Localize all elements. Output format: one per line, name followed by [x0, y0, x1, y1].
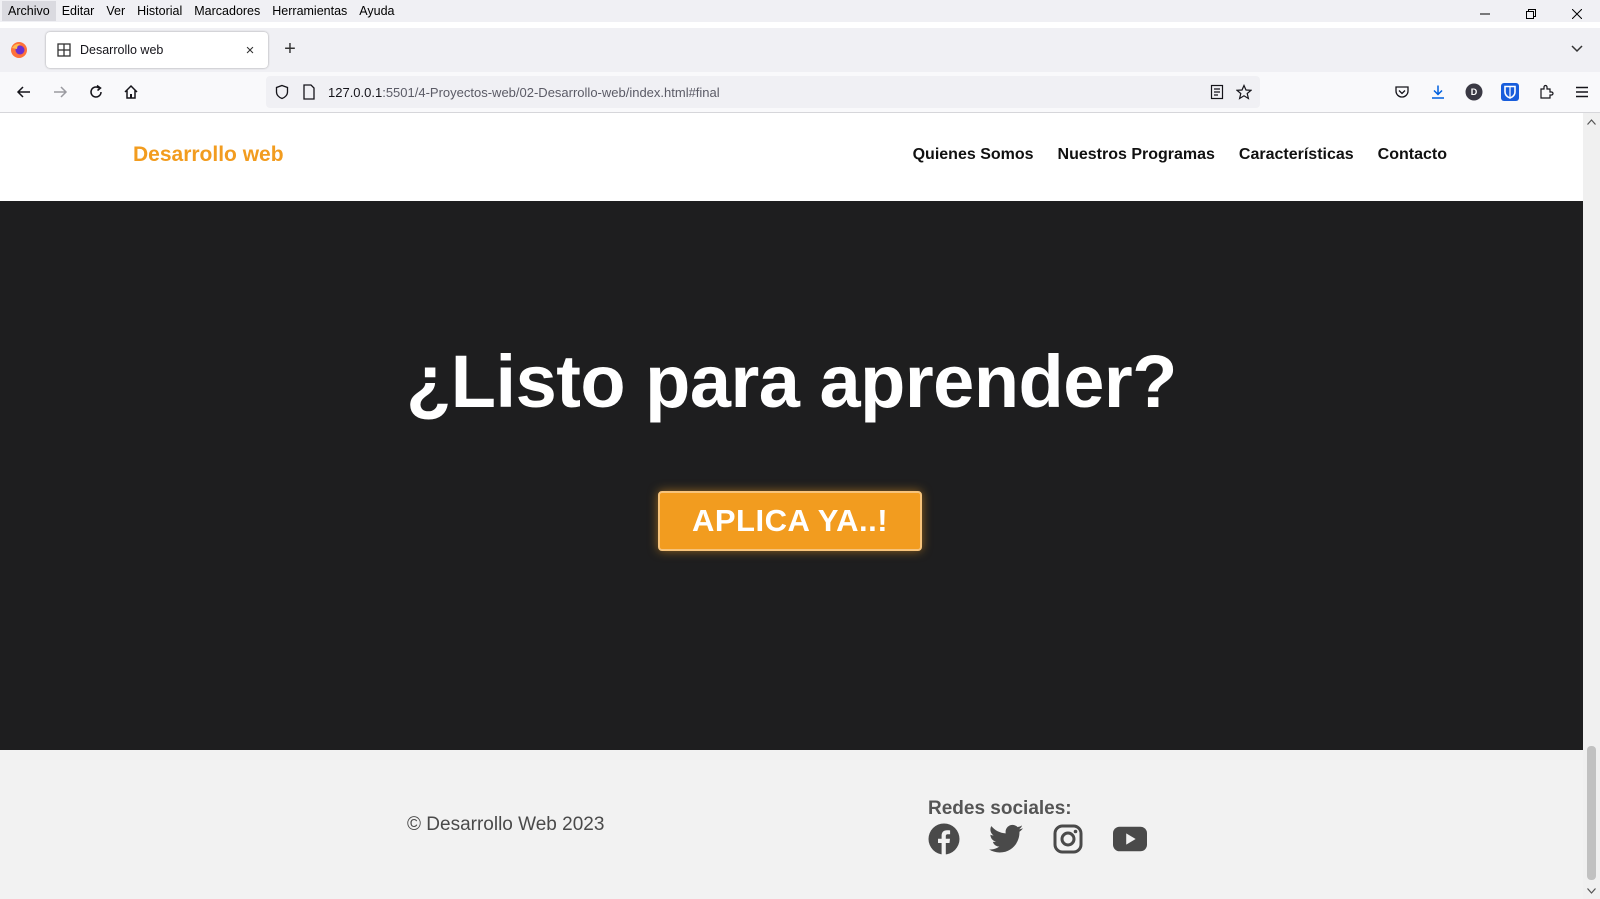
firefox-icon[interactable]: [10, 41, 28, 59]
instagram-link[interactable]: [1051, 822, 1085, 856]
social-title: Redes sociales:: [928, 798, 1072, 819]
toolbar-icons: D: [1384, 80, 1600, 104]
page-icon[interactable]: [302, 84, 316, 100]
menu-historial[interactable]: Historial: [131, 1, 188, 21]
url-path: :5501/4-Proyectos-web/02-Desarrollo-web/…: [382, 84, 720, 100]
navigation-toolbar: 127.0.0.1:5501/4-Proyectos-web/02-Desarr…: [0, 72, 1600, 113]
chevron-down-icon: [1587, 887, 1596, 894]
nav-caracteristicas[interactable]: Características: [1239, 146, 1354, 164]
menu-marcadores[interactable]: Marcadores: [188, 1, 266, 21]
url-bar[interactable]: 127.0.0.1:5501/4-Proyectos-web/02-Desarr…: [266, 76, 1260, 108]
url-text: 127.0.0.1:5501/4-Proyectos-web/02-Desarr…: [328, 85, 720, 100]
chevron-down-icon[interactable]: [1570, 41, 1584, 55]
nav-contacto[interactable]: Contacto: [1378, 146, 1447, 164]
site-footer: © Desarrollo Web 2023 Redes sociales:: [0, 750, 1583, 899]
back-button[interactable]: [12, 80, 36, 104]
close-window-button[interactable]: [1554, 0, 1600, 28]
reader-mode-icon[interactable]: [1210, 84, 1224, 100]
tab-favicon-icon: [57, 43, 71, 57]
downloads-button[interactable]: [1420, 80, 1456, 104]
home-icon: [124, 84, 138, 99]
scroll-up-arrow[interactable]: [1583, 113, 1600, 130]
tab-bar: Desarrollo web × +: [0, 28, 1600, 72]
back-icon: [16, 86, 30, 98]
account-button[interactable]: D: [1456, 80, 1492, 104]
menu-ayuda[interactable]: Ayuda: [353, 1, 400, 21]
url-host: 127.0.0.1: [328, 84, 383, 100]
social-links: [927, 822, 1147, 856]
page-scrollbar[interactable]: [1583, 113, 1600, 899]
forward-icon: [54, 86, 68, 98]
download-icon: [1432, 85, 1444, 99]
close-icon: [1572, 9, 1582, 19]
copyright-text: © Desarrollo Web 2023: [407, 814, 605, 835]
apply-button[interactable]: APLICA YA..!: [658, 491, 922, 551]
menu-editar[interactable]: Editar: [56, 1, 101, 21]
site-brand[interactable]: Desarrollo web: [133, 143, 284, 167]
twitter-link[interactable]: [989, 822, 1023, 856]
window-controls: [1462, 0, 1600, 28]
scroll-down-arrow[interactable]: [1583, 882, 1600, 899]
facebook-icon: [928, 823, 960, 855]
extensions-icon: [1540, 84, 1554, 99]
reload-icon: [90, 84, 102, 98]
bitwarden-icon: [1501, 83, 1519, 101]
site-nav: Quienes Somos Nuestros Programas Caracte…: [913, 146, 1447, 164]
nav-nuestros-programas[interactable]: Nuestros Programas: [1058, 146, 1215, 164]
pocket-button[interactable]: [1384, 80, 1420, 104]
menu-icon: [1576, 86, 1588, 98]
menu-ver[interactable]: Ver: [100, 1, 131, 21]
youtube-icon: [1113, 826, 1147, 852]
menu-bar: Archivo Editar Ver Historial Marcadores …: [0, 0, 1600, 22]
tab-close-icon[interactable]: ×: [238, 42, 262, 59]
site-header: Desarrollo web Quienes Somos Nuestros Pr…: [0, 113, 1583, 201]
youtube-link[interactable]: [1113, 822, 1147, 856]
menu-archivo[interactable]: Archivo: [2, 1, 56, 21]
profile-initial: D: [1470, 87, 1478, 97]
twitter-icon: [989, 824, 1023, 853]
tab-title: Desarrollo web: [80, 43, 164, 57]
home-button[interactable]: [119, 80, 143, 104]
restore-icon: [1526, 9, 1536, 19]
hero-section: ¿Listo para aprender? APLICA YA..!: [0, 201, 1583, 750]
scrollbar-thumb[interactable]: [1587, 746, 1596, 880]
reload-button[interactable]: [84, 80, 108, 104]
bitwarden-button[interactable]: [1492, 80, 1528, 104]
shield-icon[interactable]: [274, 84, 290, 100]
minimize-button[interactable]: [1462, 0, 1508, 28]
nav-quienes-somos[interactable]: Quienes Somos: [913, 146, 1034, 164]
new-tab-button[interactable]: +: [278, 38, 302, 62]
facebook-link[interactable]: [927, 822, 961, 856]
forward-button[interactable]: [48, 80, 72, 104]
menu-herramientas[interactable]: Herramientas: [266, 1, 353, 21]
minimize-icon: [1480, 13, 1490, 15]
tab-desarrollo-web[interactable]: Desarrollo web ×: [46, 32, 268, 68]
bookmark-star-icon[interactable]: [1236, 84, 1252, 100]
page-viewport: Desarrollo web Quienes Somos Nuestros Pr…: [0, 113, 1583, 899]
pocket-icon: [1395, 86, 1409, 98]
chevron-up-icon: [1587, 118, 1596, 125]
restore-button[interactable]: [1508, 0, 1554, 28]
instagram-icon: [1053, 824, 1083, 854]
hero-title: ¿Listo para aprender?: [406, 340, 1177, 423]
app-menu-button[interactable]: [1564, 80, 1600, 104]
extensions-button[interactable]: [1528, 80, 1564, 104]
